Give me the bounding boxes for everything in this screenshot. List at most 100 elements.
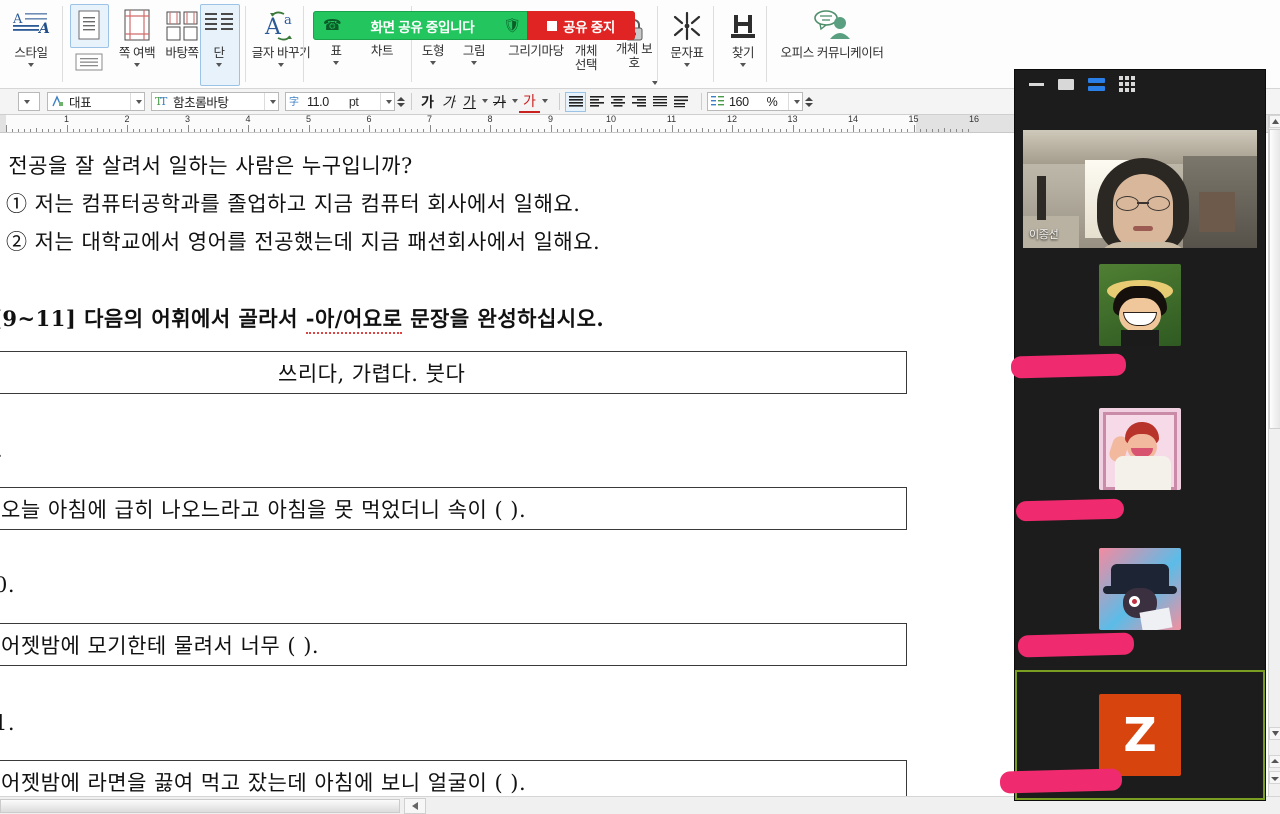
screen-share-banner: ☎ 화면 공유 중입니다 🛡 공유 중지 bbox=[313, 11, 635, 40]
italic-button[interactable]: 가 bbox=[438, 92, 459, 112]
chevron-down-icon[interactable] bbox=[278, 60, 284, 69]
chevron-down-icon[interactable] bbox=[540, 93, 549, 111]
chevron-down-icon[interactable] bbox=[216, 60, 222, 69]
ruler-tick bbox=[865, 129, 867, 132]
font-size-combo[interactable]: 字 11.0 pt bbox=[285, 92, 395, 111]
ribbon-button-page-layout-single[interactable] bbox=[70, 6, 107, 46]
speaker-view-button[interactable] bbox=[1088, 77, 1105, 91]
word-bank-textbox[interactable]: 쓰리다, 가렵다. 붓다 bbox=[0, 351, 907, 394]
chevron-down-icon[interactable] bbox=[684, 60, 690, 69]
ribbon-button-change-letter[interactable]: A a 글자 바꾸기 bbox=[252, 6, 311, 69]
ruler-tick bbox=[725, 129, 727, 132]
chevron-down-icon[interactable] bbox=[333, 58, 339, 67]
ruler-number: 13 bbox=[787, 115, 798, 124]
stop-square-icon bbox=[547, 20, 558, 31]
ribbon-button-picture[interactable]: 그림 bbox=[454, 44, 494, 67]
chevron-down-icon[interactable] bbox=[430, 58, 436, 67]
ribbon-button-chart[interactable]: 차트 bbox=[360, 44, 404, 58]
chevron-down-icon[interactable] bbox=[471, 58, 477, 67]
doc-item-9-number: . bbox=[0, 438, 3, 462]
align-justify-button[interactable] bbox=[565, 91, 586, 112]
scroll-prev-page-icon[interactable] bbox=[1269, 755, 1280, 768]
underline-button[interactable]: 가 bbox=[459, 92, 480, 112]
chevron-down-icon[interactable] bbox=[19, 93, 32, 110]
participant-tile-active-speaker[interactable]: 이종선 bbox=[1015, 98, 1265, 248]
chevron-down-icon[interactable] bbox=[264, 93, 278, 110]
ruler-tick bbox=[846, 129, 848, 132]
item-11-textbox[interactable]: 어젯밤에 라면을 끓여 먹고 잤는데 아침에 보니 얼굴이 ( ). bbox=[0, 760, 907, 796]
gallery-view-button[interactable] bbox=[1119, 76, 1135, 92]
ruler-tick bbox=[798, 129, 800, 132]
ribbon-button-columns[interactable]: 단 bbox=[201, 6, 237, 69]
ribbon-button-page-layout-wide[interactable] bbox=[70, 48, 107, 76]
chevron-down-icon[interactable] bbox=[28, 60, 34, 69]
svg-text:a: a bbox=[284, 13, 292, 28]
ribbon-button-character-map[interactable]: 문자표 bbox=[660, 6, 714, 69]
line-spacing-combo[interactable]: 160 % bbox=[707, 92, 803, 111]
scroll-next-page-icon[interactable] bbox=[1269, 771, 1280, 784]
ruler-tick bbox=[344, 129, 346, 132]
align-right-button[interactable] bbox=[628, 92, 649, 112]
bold-button[interactable]: 가 bbox=[417, 92, 438, 112]
text-color-button[interactable]: 가 bbox=[519, 91, 540, 113]
ruler-tick bbox=[496, 129, 498, 132]
font-face-icon: TT bbox=[154, 94, 169, 109]
scroll-down-arrow-icon[interactable] bbox=[1269, 727, 1280, 740]
ruler-tick bbox=[417, 129, 419, 132]
line-spacing-stepper[interactable] bbox=[805, 93, 814, 110]
chevron-down-icon[interactable] bbox=[380, 93, 394, 110]
ribbon-button-drawing-gallery[interactable]: 그리기마당 bbox=[492, 44, 580, 58]
align-center-button[interactable] bbox=[607, 92, 628, 112]
participant-name-label: 이종선 bbox=[1029, 229, 1059, 241]
zoom-meeting-panel[interactable]: 이종선 Z bbox=[1015, 70, 1265, 800]
chevron-down-icon[interactable] bbox=[130, 93, 144, 110]
chevron-down-icon[interactable] bbox=[740, 60, 746, 69]
item-10-textbox[interactable]: 어젯밤에 모기한테 물려서 너무 ( ). bbox=[0, 623, 907, 666]
unnamed-combo[interactable] bbox=[18, 92, 40, 111]
chevron-down-icon[interactable] bbox=[480, 93, 489, 111]
ruler-tick bbox=[290, 129, 292, 132]
ribbon-button-table[interactable]: 표 bbox=[316, 44, 356, 67]
font-family-combo[interactable]: TT 함초롬바탕 bbox=[151, 92, 279, 111]
vertical-scrollbar[interactable] bbox=[1268, 115, 1280, 796]
chevron-down-icon[interactable] bbox=[510, 93, 519, 111]
ruler-tick bbox=[871, 129, 873, 132]
paragraph-style-combo[interactable]: 대표 bbox=[47, 92, 145, 111]
ruler-tick bbox=[24, 129, 26, 132]
font-size-stepper[interactable] bbox=[397, 93, 406, 110]
shield-icon[interactable]: 🛡 bbox=[503, 17, 521, 34]
ribbon-button-office-communicator[interactable]: 오피스 커뮤니케이터 bbox=[772, 6, 892, 61]
stop-share-button[interactable]: 공유 중지 bbox=[527, 11, 635, 40]
align-left-button[interactable] bbox=[586, 92, 607, 112]
ruler-tick bbox=[483, 129, 485, 132]
align-distribute-button[interactable] bbox=[649, 92, 670, 112]
font-size-value: 11.0 bbox=[307, 94, 329, 109]
paragraph-style-icon: A A bbox=[11, 6, 51, 46]
ribbon-button-shape[interactable]: 도형 bbox=[412, 44, 454, 67]
ruler-tick bbox=[592, 129, 594, 132]
item-9-textbox[interactable]: 오늘 아침에 급히 나오느라고 아침을 못 먹었더니 속이 ( ). bbox=[0, 487, 907, 530]
scroll-up-arrow-icon[interactable] bbox=[1269, 115, 1280, 128]
line-spacing-icon bbox=[710, 94, 725, 109]
ruler-tick bbox=[955, 129, 957, 132]
ruler-number: 12 bbox=[726, 115, 738, 124]
chevron-down-icon[interactable] bbox=[134, 60, 140, 69]
ribbon-button-style[interactable]: A A 스타일 bbox=[4, 6, 58, 69]
ruler-tick bbox=[308, 125, 310, 132]
scroll-left-arrow-icon[interactable] bbox=[404, 798, 426, 814]
ruler-tick bbox=[6, 125, 7, 132]
ruler-tick bbox=[635, 129, 637, 132]
horizontal-scrollbar-thumb[interactable] bbox=[0, 799, 400, 813]
align-divide-button[interactable] bbox=[670, 92, 691, 112]
ruler-tick bbox=[223, 129, 225, 132]
find-icon bbox=[726, 6, 760, 46]
maximize-button[interactable] bbox=[1058, 78, 1074, 90]
minimize-button[interactable] bbox=[1029, 82, 1044, 86]
ribbon-button-find[interactable]: 찾기 bbox=[716, 6, 770, 69]
chevron-down-icon[interactable] bbox=[788, 93, 802, 110]
strikethrough-button[interactable]: 가 bbox=[489, 92, 510, 112]
ribbon-button-object-select[interactable]: 개체 선택 bbox=[568, 44, 604, 72]
ruler-tick bbox=[405, 129, 407, 132]
ruler-tick bbox=[568, 129, 570, 132]
vertical-scrollbar-thumb[interactable] bbox=[1269, 129, 1280, 429]
